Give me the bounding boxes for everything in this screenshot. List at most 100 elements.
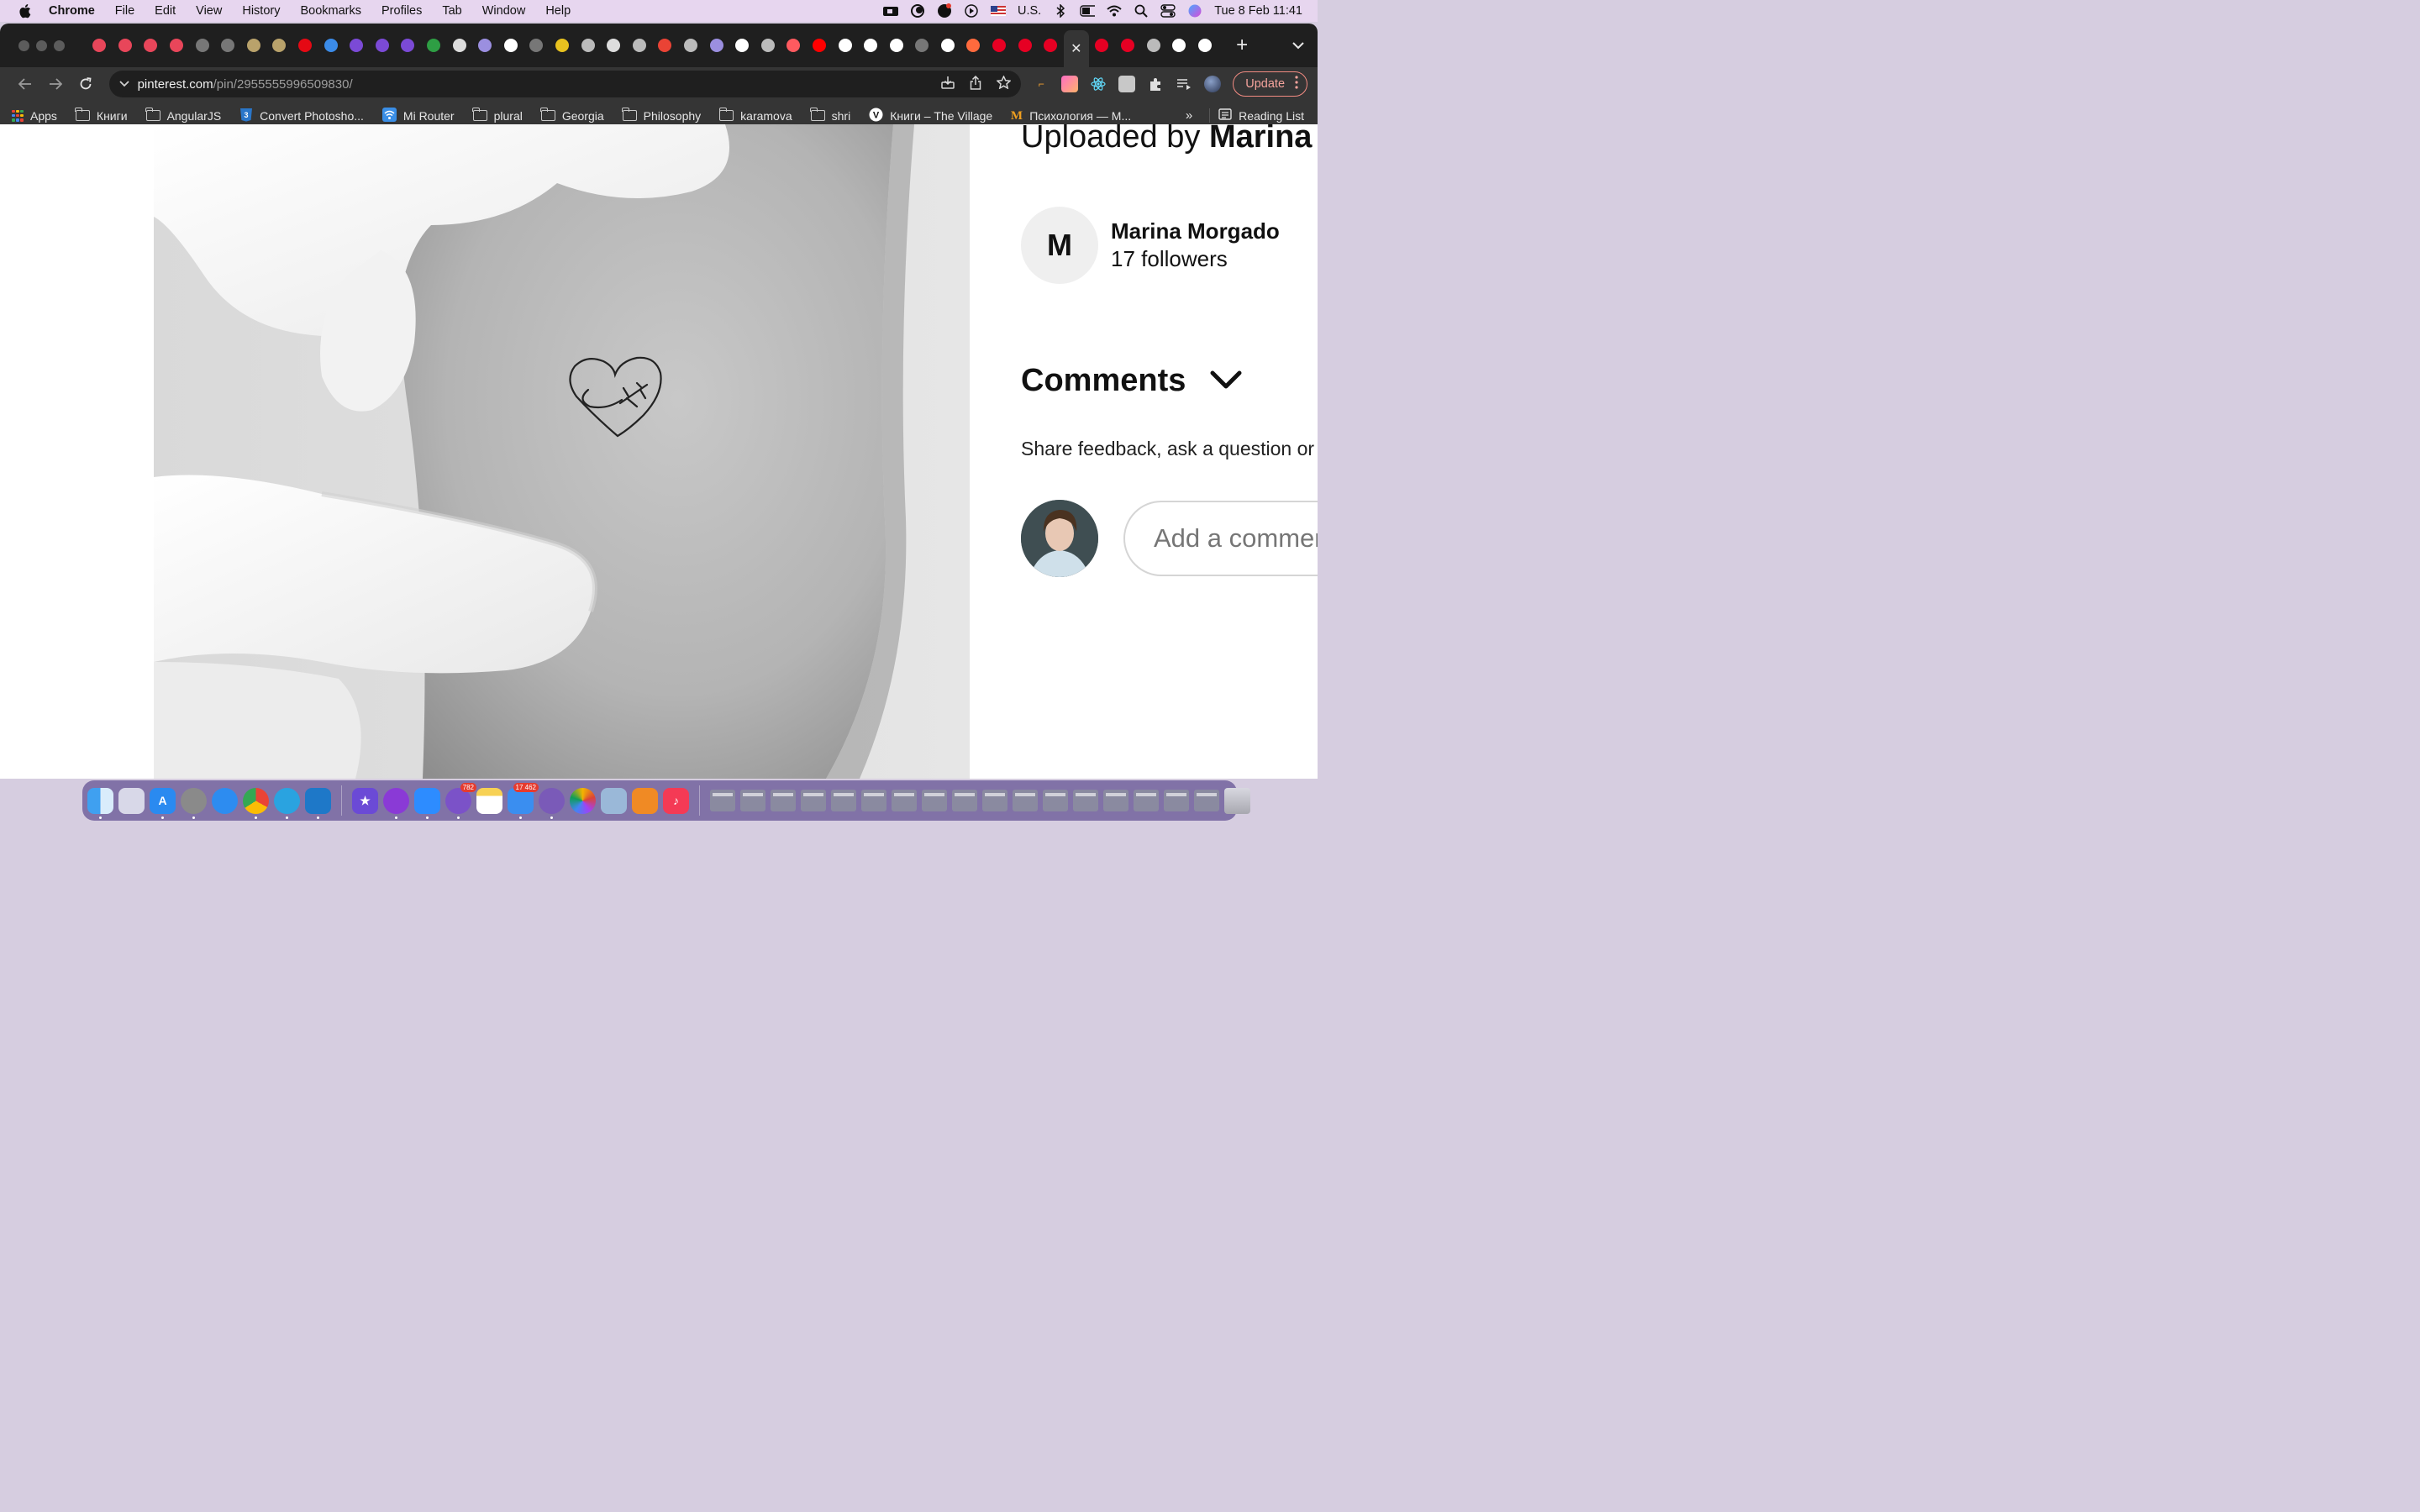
menu-help[interactable]: Help bbox=[535, 4, 581, 18]
install-app-icon[interactable] bbox=[941, 76, 955, 93]
control-center-icon[interactable] bbox=[1160, 4, 1176, 18]
browser-tab[interactable] bbox=[1192, 24, 1218, 67]
media-playlist-icon[interactable] bbox=[1176, 76, 1192, 92]
close-window-button[interactable] bbox=[18, 39, 29, 51]
minimized-window-thumbnail[interactable] bbox=[952, 790, 977, 811]
minimized-window-thumbnail[interactable] bbox=[1043, 790, 1068, 811]
browser-tab[interactable] bbox=[292, 24, 318, 67]
viber-icon[interactable]: 782 bbox=[445, 782, 476, 819]
books-icon[interactable] bbox=[632, 787, 658, 814]
bookmark-psychology[interactable]: M Психология — М... bbox=[1011, 108, 1131, 124]
browser-tab[interactable] bbox=[318, 24, 344, 67]
browser-tab[interactable] bbox=[113, 24, 139, 67]
minimize-window-button[interactable] bbox=[36, 39, 47, 51]
launchpad-icon[interactable] bbox=[118, 787, 145, 814]
update-button[interactable]: Update bbox=[1233, 71, 1308, 97]
bookmark-folder-shri[interactable]: shri bbox=[810, 108, 850, 123]
menu-tab[interactable]: Tab bbox=[432, 4, 471, 18]
browser-tab[interactable] bbox=[344, 24, 370, 67]
crescent-icon[interactable] bbox=[910, 4, 925, 18]
more-menu-icon[interactable] bbox=[1295, 76, 1298, 92]
close-tab-icon[interactable]: ✕ bbox=[1071, 40, 1081, 57]
browser-tab[interactable] bbox=[832, 24, 858, 67]
bookmark-folder-karamova[interactable]: karamova bbox=[718, 108, 792, 123]
minimized-window-thumbnail[interactable] bbox=[1103, 790, 1128, 811]
minimized-window-thumbnail[interactable] bbox=[801, 790, 826, 811]
bookmark-folder-angularjs[interactable]: AngularJS bbox=[145, 108, 221, 123]
bookmark-star-icon[interactable] bbox=[996, 74, 1013, 93]
browser-tab[interactable] bbox=[1012, 24, 1038, 67]
input-source-label[interactable]: U.S. bbox=[1018, 4, 1041, 18]
battery-icon[interactable] bbox=[1080, 4, 1096, 18]
zoom-window-button[interactable] bbox=[54, 39, 65, 51]
system-preferences-icon[interactable] bbox=[181, 787, 207, 819]
wifi-icon[interactable] bbox=[1107, 4, 1122, 18]
tab-search-chevron-icon[interactable] bbox=[1292, 39, 1304, 52]
minimized-window-thumbnail[interactable] bbox=[1013, 790, 1038, 811]
browser-tab[interactable] bbox=[729, 24, 755, 67]
browser-tab[interactable] bbox=[703, 24, 729, 67]
new-tab-button[interactable]: + bbox=[1229, 34, 1255, 57]
extension-gradient-icon[interactable] bbox=[1061, 76, 1079, 92]
finder-icon[interactable] bbox=[87, 787, 113, 819]
back-button[interactable] bbox=[10, 71, 40, 97]
active-tab[interactable]: ✕ bbox=[1063, 30, 1090, 67]
browser-tab[interactable] bbox=[498, 24, 524, 67]
browser-tab[interactable] bbox=[781, 24, 807, 67]
trash-icon[interactable] bbox=[1224, 787, 1250, 814]
imovie-star-icon[interactable]: ★ bbox=[352, 787, 378, 814]
browser-tab[interactable] bbox=[652, 24, 678, 67]
extensions-puzzle-icon[interactable] bbox=[1147, 76, 1164, 92]
mail-icon[interactable]: 17 462 bbox=[508, 782, 539, 819]
minimized-window-thumbnail[interactable] bbox=[1073, 790, 1098, 811]
menu-profiles[interactable]: Profiles bbox=[371, 4, 432, 18]
menu-app-name[interactable]: Chrome bbox=[47, 4, 105, 18]
bookmarks-overflow-button[interactable]: » bbox=[1186, 108, 1192, 123]
minimized-window-thumbnail[interactable] bbox=[922, 790, 947, 811]
photos-icon[interactable] bbox=[570, 787, 596, 814]
chevron-down-icon[interactable] bbox=[1209, 368, 1243, 393]
omnibox-chevron-icon[interactable] bbox=[118, 78, 138, 90]
browser-tab[interactable] bbox=[678, 24, 704, 67]
bookmark-mi-router[interactable]: Mi Router bbox=[381, 107, 455, 124]
browser-tab[interactable] bbox=[575, 24, 601, 67]
minimized-window-thumbnail[interactable] bbox=[892, 790, 917, 811]
music-icon[interactable]: ♪ bbox=[663, 787, 689, 814]
browser-tab[interactable] bbox=[164, 24, 190, 67]
browser-tab[interactable] bbox=[523, 24, 550, 67]
tor-browser-icon[interactable] bbox=[539, 787, 565, 819]
bookmark-folder-georgia[interactable]: Georgia bbox=[540, 108, 604, 123]
extension-orange-icon[interactable]: ⌐ bbox=[1033, 76, 1050, 92]
menubar-clock[interactable]: Tue 8 Feb 11:41 bbox=[1214, 4, 1302, 18]
browser-tab[interactable] bbox=[807, 24, 833, 67]
browser-tab[interactable] bbox=[986, 24, 1013, 67]
apple-menu-icon[interactable] bbox=[17, 3, 32, 18]
browser-tab[interactable] bbox=[1115, 24, 1141, 67]
minimized-window-thumbnail[interactable] bbox=[771, 790, 796, 811]
minimized-window-thumbnail[interactable] bbox=[861, 790, 886, 811]
notes-icon[interactable] bbox=[476, 787, 502, 814]
browser-tab[interactable] bbox=[241, 24, 267, 67]
app-store-icon[interactable]: A bbox=[150, 787, 176, 819]
minimized-window-thumbnail[interactable] bbox=[1134, 790, 1159, 811]
minimized-window-thumbnail[interactable] bbox=[1164, 790, 1189, 811]
owner-avatar[interactable]: M bbox=[1021, 207, 1098, 284]
menu-edit[interactable]: Edit bbox=[145, 4, 186, 18]
browser-tab[interactable] bbox=[935, 24, 961, 67]
bookmark-convert-photoshop[interactable]: 3 Convert Photosho... bbox=[239, 108, 364, 124]
browser-tab[interactable] bbox=[87, 24, 113, 67]
browser-tab[interactable] bbox=[1038, 24, 1064, 67]
browser-tab[interactable] bbox=[1140, 24, 1166, 67]
uploader-name-link[interactable]: Marina Morgado bbox=[1209, 124, 1318, 155]
browser-tab[interactable] bbox=[446, 24, 472, 67]
current-user-avatar[interactable] bbox=[1021, 500, 1098, 577]
reading-list-button[interactable]: Reading List bbox=[1209, 108, 1318, 123]
browser-tab[interactable] bbox=[883, 24, 909, 67]
viber-icon[interactable] bbox=[937, 3, 952, 18]
browser-tab[interactable] bbox=[601, 24, 627, 67]
minimized-window-thumbnail[interactable] bbox=[740, 790, 765, 811]
browser-tab[interactable] bbox=[472, 24, 498, 67]
preview-icon[interactable] bbox=[601, 787, 627, 814]
react-devtools-icon[interactable] bbox=[1090, 76, 1107, 92]
menu-bookmarks[interactable]: Bookmarks bbox=[290, 4, 371, 18]
